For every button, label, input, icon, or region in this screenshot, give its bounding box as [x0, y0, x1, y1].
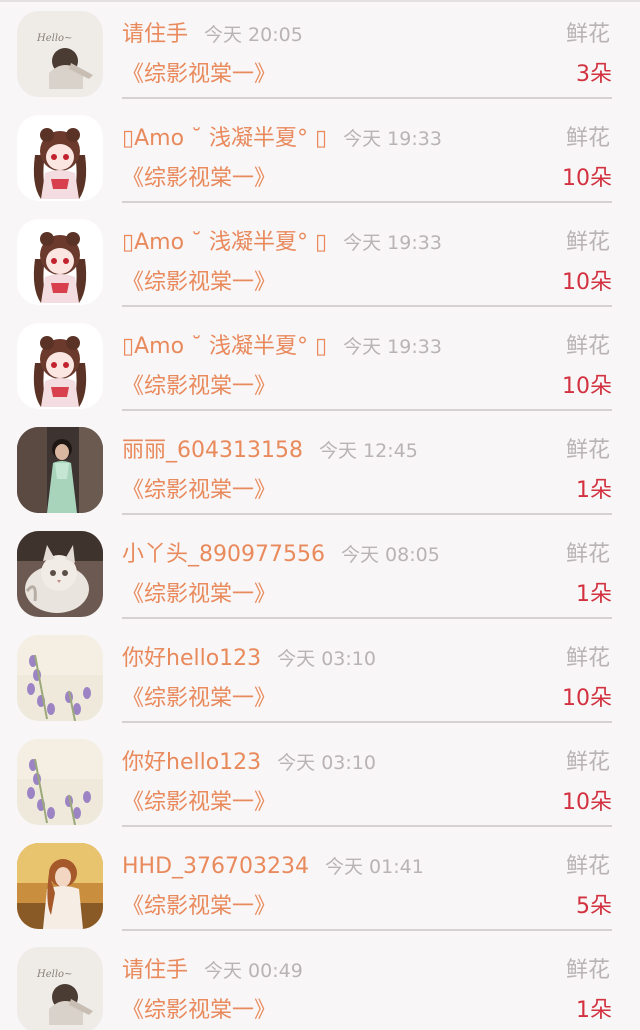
- gift-type: 鲜花: [565, 854, 610, 879]
- gift-type: 鲜花: [565, 126, 610, 151]
- svg-text:Hello~: Hello~: [36, 969, 72, 980]
- lavender-avatar: [17, 739, 103, 825]
- gift-count: 3朵: [576, 62, 612, 87]
- book-title[interactable]: 《综影视棠一》: [122, 892, 276, 922]
- gift-count: 5朵: [576, 894, 612, 919]
- book-title[interactable]: 《综影视棠一》: [122, 164, 276, 194]
- sender-name: ▯Amo ˘ 浅凝半夏° ▯ 今天 19:33: [122, 334, 442, 359]
- list-item[interactable]: HHD_376703234 今天 01:41 鲜花 《综影视棠一》 5朵: [0, 834, 640, 938]
- gift-record-list: Hello~ 请住手 今天 20:05 鲜花 《综影视棠一》 3朵 ▯Amo ˘…: [0, 0, 640, 1030]
- send-time: 今天 19:33: [343, 232, 442, 254]
- sender-name: ▯Amo ˘ 浅凝半夏° ▯ 今天 19:33: [122, 126, 442, 151]
- avatar[interactable]: [17, 635, 103, 721]
- woman-dress-avatar: [17, 427, 103, 513]
- kitten-avatar: [17, 531, 103, 617]
- sender-name: 小丫头_890977556 今天 08:05: [122, 542, 440, 567]
- send-time: 今天 08:05: [340, 544, 440, 566]
- gift-type: 鲜花: [565, 958, 610, 983]
- gift-count: 10朵: [562, 374, 612, 399]
- avatar[interactable]: [17, 323, 103, 409]
- anime-girl-avatar: [17, 115, 103, 201]
- book-title[interactable]: 《综影视棠一》: [122, 60, 276, 90]
- divider: [122, 929, 612, 931]
- avatar[interactable]: [17, 531, 103, 617]
- list-item[interactable]: ▯Amo ˘ 浅凝半夏° ▯ 今天 19:33 鲜花 《综影视棠一》 10朵: [0, 210, 640, 314]
- sender-name: 你好hello123 今天 03:10: [122, 750, 376, 775]
- avatar[interactable]: [17, 219, 103, 305]
- list-item[interactable]: ▯Amo ˘ 浅凝半夏° ▯ 今天 19:33 鲜花 《综影视棠一》 10朵: [0, 106, 640, 210]
- gift-count: 1朵: [576, 478, 612, 503]
- sender-name: 丽丽_604313158 今天 12:45: [122, 438, 418, 463]
- avatar[interactable]: Hello~: [17, 11, 103, 97]
- divider: [122, 721, 612, 723]
- divider: [122, 201, 612, 203]
- send-time: 今天 12:45: [318, 440, 418, 462]
- sender-name: HHD_376703234 今天 01:41: [122, 854, 424, 879]
- avatar[interactable]: [17, 115, 103, 201]
- gift-count: 10朵: [562, 166, 612, 191]
- list-item[interactable]: 你好hello123 今天 03:10 鲜花 《综影视棠一》 10朵: [0, 730, 640, 834]
- sender-name: 请住手 今天 20:05: [122, 22, 303, 47]
- avatar[interactable]: [17, 843, 103, 929]
- divider: [122, 97, 612, 99]
- gift-type: 鲜花: [565, 334, 610, 359]
- send-time: 今天 03:10: [277, 648, 376, 670]
- book-title[interactable]: 《综影视棠一》: [122, 788, 276, 818]
- list-item[interactable]: 你好hello123 今天 03:10 鲜花 《综影视棠一》 10朵: [0, 626, 640, 730]
- gift-type: 鲜花: [565, 22, 610, 47]
- send-time: 今天 19:33: [343, 336, 442, 358]
- book-title[interactable]: 《综影视棠一》: [122, 684, 276, 714]
- list-item[interactable]: Hello~ 请住手 今天 00:49 鲜花 《综影视棠一》 1朵: [0, 938, 640, 1030]
- avatar[interactable]: [17, 427, 103, 513]
- hello-girl-avatar: Hello~: [17, 11, 103, 97]
- list-item[interactable]: ▯Amo ˘ 浅凝半夏° ▯ 今天 19:33 鲜花 《综影视棠一》 10朵: [0, 314, 640, 418]
- sender-name: ▯Amo ˘ 浅凝半夏° ▯ 今天 19:33: [122, 230, 442, 255]
- gift-count: 10朵: [562, 270, 612, 295]
- list-item[interactable]: Hello~ 请住手 今天 20:05 鲜花 《综影视棠一》 3朵: [0, 2, 640, 106]
- gift-count: 1朵: [576, 998, 612, 1023]
- divider: [122, 409, 612, 411]
- book-title[interactable]: 《综影视棠一》: [122, 476, 276, 506]
- gift-count: 10朵: [562, 790, 612, 815]
- book-title[interactable]: 《综影视棠一》: [122, 996, 276, 1026]
- svg-text:Hello~: Hello~: [36, 33, 72, 44]
- gift-type: 鲜花: [565, 750, 610, 775]
- send-time: 今天 03:10: [277, 752, 376, 774]
- anime-girl-avatar: [17, 219, 103, 305]
- gift-type: 鲜花: [565, 542, 610, 567]
- avatar[interactable]: [17, 739, 103, 825]
- gift-count: 1朵: [576, 582, 612, 607]
- book-title[interactable]: 《综影视棠一》: [122, 268, 276, 298]
- send-time: 今天 01:41: [325, 856, 424, 878]
- send-time: 今天 19:33: [343, 128, 442, 150]
- divider: [122, 825, 612, 827]
- book-title[interactable]: 《综影视棠一》: [122, 372, 276, 402]
- gift-type: 鲜花: [565, 438, 610, 463]
- list-item[interactable]: 小丫头_890977556 今天 08:05 鲜花 《综影视棠一》 1朵: [0, 522, 640, 626]
- send-time: 今天 00:49: [204, 960, 303, 982]
- divider: [122, 617, 612, 619]
- hello-girl-avatar: Hello~: [17, 947, 103, 1030]
- send-time: 今天 20:05: [204, 24, 303, 46]
- divider: [122, 513, 612, 515]
- list-item[interactable]: 丽丽_604313158 今天 12:45 鲜花 《综影视棠一》 1朵: [0, 418, 640, 522]
- sender-name: 你好hello123 今天 03:10: [122, 646, 376, 671]
- gift-count: 10朵: [562, 686, 612, 711]
- lavender-avatar: [17, 635, 103, 721]
- book-title[interactable]: 《综影视棠一》: [122, 580, 276, 610]
- gift-type: 鲜花: [565, 646, 610, 671]
- avatar[interactable]: Hello~: [17, 947, 103, 1030]
- divider: [122, 305, 612, 307]
- gift-type: 鲜花: [565, 230, 610, 255]
- sunset-girl-avatar: [17, 843, 103, 929]
- sender-name: 请住手 今天 00:49: [122, 958, 303, 983]
- anime-girl-avatar: [17, 323, 103, 409]
